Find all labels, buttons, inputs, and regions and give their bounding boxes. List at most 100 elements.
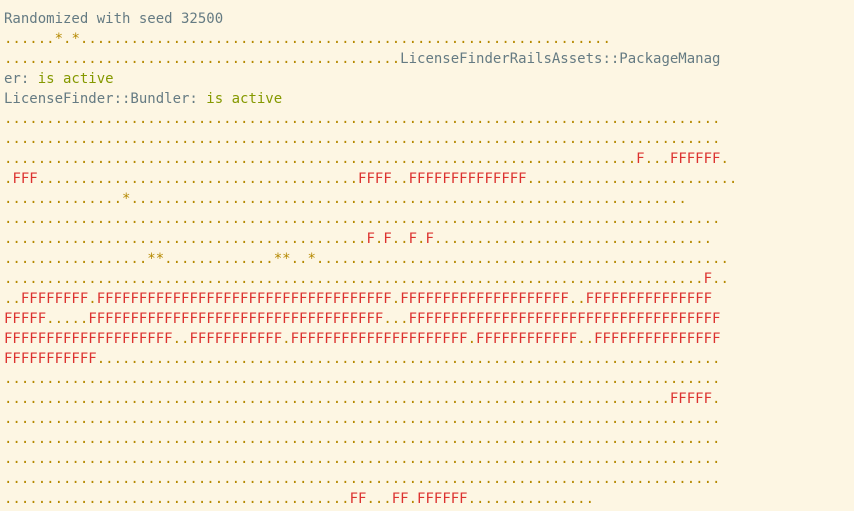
failure-marks: FFFFF <box>669 391 713 407</box>
passed-dots: ........................................… <box>4 491 350 507</box>
failure-marks: FFFF <box>358 171 392 187</box>
passed-dots: ..... <box>46 311 89 327</box>
failure-marks: F <box>636 151 645 167</box>
terminal-text: LicenseFinder::Bundler: <box>4 91 207 107</box>
terminal-line: .FFF....................................… <box>4 169 854 189</box>
passed-dots: ........................................… <box>315 251 729 267</box>
terminal-line: ........................................… <box>4 429 854 449</box>
passed-dots: ........................................… <box>4 451 721 467</box>
passed-dots: ........................................… <box>79 31 611 47</box>
terminal-line: Randomized with seed 32500 <box>4 9 854 29</box>
passed-dots: . <box>88 291 97 307</box>
passed-dots: . <box>720 151 729 167</box>
passed-dots: .. <box>4 291 21 307</box>
passed-dots: ........................................… <box>130 191 687 207</box>
failure-marks: FFFFFFFFFFFFFFFFFFFF <box>4 331 173 347</box>
terminal-line: ........................................… <box>4 129 854 149</box>
passed-dots: ........................................… <box>4 391 670 407</box>
passed-dots: . <box>282 331 291 347</box>
terminal-line: FFFFFFFFFFFFFFFFFFFF..FFFFFFFFFFF.FFFFFF… <box>4 329 854 349</box>
failure-marks: FFFFFF <box>669 151 721 167</box>
failure-marks: FFFFFFFFFFFFFF <box>408 171 527 187</box>
active-status: is active <box>206 91 283 107</box>
passed-dots: ........................................… <box>4 231 367 247</box>
passed-dots: .. <box>391 231 409 247</box>
terminal-line: .................**.............**..*...… <box>4 249 854 269</box>
passed-dots: ........................................… <box>4 211 721 227</box>
passed-dots: .. <box>290 251 308 267</box>
passed-dots: ........................................… <box>4 431 721 447</box>
passed-dots: ... <box>644 151 670 167</box>
pending-marks: * <box>71 31 80 47</box>
terminal-line: ........................................… <box>4 369 854 389</box>
terminal-line: ..FFFFFFFF.FFFFFFFFFFFFFFFFFFFFFFFFFFFFF… <box>4 289 854 309</box>
terminal-line: er: is active <box>4 69 854 89</box>
passed-dots: ... <box>366 491 392 507</box>
passed-dots: .. <box>172 331 190 347</box>
terminal-line: LicenseFinder::Bundler: is active <box>4 89 854 109</box>
failure-marks: FFFFFFFFFFFFFFFFFFFFFFFFFFFFFFFFFFF <box>96 291 392 307</box>
failure-marks: FF <box>349 491 367 507</box>
failure-marks: F <box>425 231 434 247</box>
terminal-line: ..............*.........................… <box>4 189 854 209</box>
pending-marks: * <box>307 251 316 267</box>
passed-dots: .. <box>577 331 595 347</box>
failure-marks: FFF <box>12 171 38 187</box>
failure-marks: FFFFFF <box>417 491 468 507</box>
terminal-line: ........................................… <box>4 269 854 289</box>
failure-marks: FFFFFFFFFFF <box>189 331 283 347</box>
terminal-line: ........................................… <box>4 469 854 489</box>
passed-dots: ........................................… <box>4 271 704 287</box>
failure-marks: FFFFF <box>4 311 47 327</box>
passed-dots: .. <box>712 271 729 287</box>
failure-marks: FFFFFFFFFFFFFFF <box>585 291 713 307</box>
active-status: is active <box>37 71 114 87</box>
failure-marks: FFFFFFFFFFFFFFFFFFFFFFFFFFFFFFFFFFF <box>88 311 384 327</box>
passed-dots: ........................................… <box>96 351 721 367</box>
terminal-line: ........................................… <box>4 489 854 509</box>
failure-marks: FFFFFFFF <box>20 291 89 307</box>
passed-dots: ............. <box>164 251 274 267</box>
terminal-line: FFFFF.....FFFFFFFFFFFFFFFFFFFFFFFFFFFFFF… <box>4 309 854 329</box>
passed-dots: ........................................… <box>4 151 637 167</box>
passed-dots: ...... <box>4 31 55 47</box>
terminal-line: ........................................… <box>4 229 854 249</box>
passed-dots: ........................................… <box>4 411 721 427</box>
passed-dots: . <box>391 291 401 307</box>
terminal-line: ........................................… <box>4 149 854 169</box>
failure-marks: FFFFFFFFFFFF <box>476 331 578 347</box>
failure-marks: F <box>383 231 392 247</box>
passed-dots: ...................................... <box>37 171 359 187</box>
passed-dots: ............... <box>467 491 595 507</box>
terminal-line: ........................................… <box>4 209 854 229</box>
failure-marks: FFFFFFFFFFFFFFFFFFFFF <box>290 331 468 347</box>
terminal-text: er: <box>4 71 38 87</box>
terminal-line: ........................................… <box>4 109 854 129</box>
terminal-line: ........................................… <box>4 409 854 429</box>
pending-marks: * <box>54 31 64 47</box>
terminal-output[interactable]: Randomized with seed 32500 ......*.*.....… <box>0 0 854 511</box>
failure-marks: F <box>703 271 713 287</box>
passed-dots: ........................................… <box>4 131 721 147</box>
failure-marks: FFFFFFFFFFFFFFF <box>594 331 721 347</box>
passed-dots: ........................................… <box>4 111 721 127</box>
terminal-text: Randomized with seed 32500 <box>4 11 224 27</box>
passed-dots: .. <box>391 171 409 187</box>
passed-dots: ........................................… <box>4 51 401 67</box>
passed-dots: ........................................… <box>4 471 721 487</box>
passed-dots: . <box>712 391 721 407</box>
terminal-line: ........................................… <box>4 449 854 469</box>
passed-dots: ................. <box>4 251 148 267</box>
failure-marks: F <box>366 231 375 247</box>
terminal-line: ........................................… <box>4 49 854 69</box>
passed-dots: ... <box>383 311 409 327</box>
terminal-line: ......*.*...............................… <box>4 29 854 49</box>
failure-marks: FF <box>391 491 409 507</box>
terminal-text: LicenseFinderRailsAssets::PackageManag <box>400 51 721 67</box>
passed-dots: ................................. <box>433 231 713 247</box>
passed-dots: . <box>408 491 418 507</box>
passed-dots: . <box>467 331 477 347</box>
failure-marks: F <box>408 231 418 247</box>
failure-marks: FFFFFFFFFFFFFFFFFFFFFFFFFFFFFFFFFFFFF <box>408 311 721 327</box>
passed-dots: .............. <box>4 191 123 207</box>
